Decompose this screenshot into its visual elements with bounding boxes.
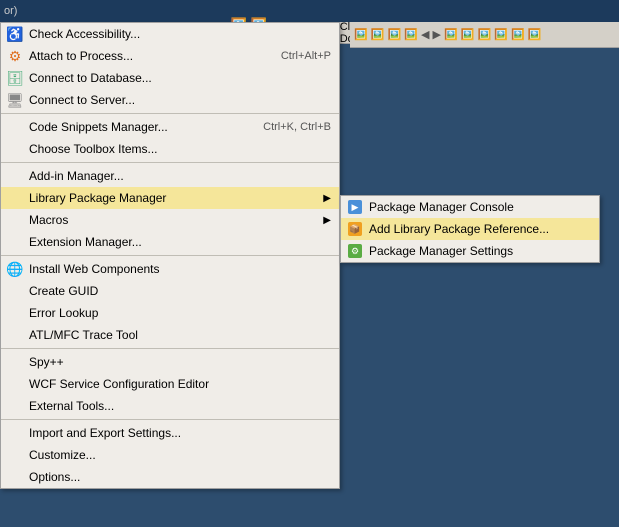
menu-attach-process[interactable]: ⚙ Attach to Process... Ctrl+Alt+P bbox=[1, 45, 339, 67]
menu-error-lookup[interactable]: Error Lookup bbox=[1, 302, 339, 324]
menu-connect-server[interactable]: 🖥 Connect to Server... bbox=[1, 89, 339, 111]
pkg-settings-icon: ⚙ bbox=[345, 241, 365, 261]
divider-3 bbox=[1, 255, 339, 256]
menu-check-accessibility[interactable]: ♿ Check Accessibility... bbox=[1, 23, 339, 45]
right-toolbar: 🖼️ 🖼️ 🖼️ 🖼️ ◀ ▶ 🖼️ 🖼️ 🖼️ 🖼️ 🖼️ 🖼️ bbox=[350, 22, 619, 48]
server-icon: 🖥 bbox=[5, 90, 25, 110]
menu-wcf-config[interactable]: WCF Service Configuration Editor bbox=[1, 373, 339, 395]
submenu-add-library-pkg[interactable]: 📦 Add Library Package Reference... bbox=[341, 218, 599, 240]
menu-create-guid[interactable]: Create GUID bbox=[1, 280, 339, 302]
menu-spy[interactable]: Spy++ bbox=[1, 351, 339, 373]
ide-content-area: 🖼️ 🖼️ 🖼️ 🖼️ ◀ ▶ 🖼️ 🖼️ 🖼️ 🖼️ 🖼️ 🖼️ bbox=[350, 22, 619, 527]
attach-icon: ⚙ bbox=[5, 46, 25, 66]
menu-external-tools[interactable]: External Tools... bbox=[1, 395, 339, 417]
menu-macros[interactable]: Macros ▶ bbox=[1, 209, 339, 231]
menu-choose-toolbox[interactable]: Choose Toolbox Items... bbox=[1, 138, 339, 160]
divider-5 bbox=[1, 419, 339, 420]
divider-1 bbox=[1, 113, 339, 114]
menu-connect-database[interactable]: 🗄 Connect to Database... bbox=[1, 67, 339, 89]
menu-addin-manager[interactable]: Add-in Manager... bbox=[1, 165, 339, 187]
menu-extension-manager[interactable]: Extension Manager... bbox=[1, 231, 339, 253]
menu-atl-trace[interactable]: ATL/MFC Trace Tool bbox=[1, 324, 339, 346]
database-icon: 🗄 bbox=[5, 68, 25, 88]
submenu-pkg-console[interactable]: ▶ Package Manager Console bbox=[341, 196, 599, 218]
menu-code-snippets[interactable]: Code Snippets Manager... Ctrl+K, Ctrl+B bbox=[1, 116, 339, 138]
right-toolbar-icons: 🖼️ 🖼️ 🖼️ 🖼️ ◀ ▶ 🖼️ 🖼️ 🖼️ 🖼️ 🖼️ 🖼️ bbox=[354, 28, 542, 41]
macros-submenu-arrow: ▶ bbox=[323, 215, 331, 226]
submenu-arrow: ▶ bbox=[323, 193, 331, 204]
divider-4 bbox=[1, 348, 339, 349]
accessibility-icon: ♿ bbox=[5, 24, 25, 44]
menu-install-web[interactable]: 🌐 Install Web Components bbox=[1, 258, 339, 280]
install-icon: 🌐 bbox=[5, 259, 25, 279]
title-text: or) bbox=[4, 5, 17, 17]
tools-dropdown: ♿ Check Accessibility... ⚙ Attach to Pro… bbox=[0, 22, 340, 489]
pkg-console-icon: ▶ bbox=[345, 197, 365, 217]
submenu-pkg-settings[interactable]: ⚙ Package Manager Settings bbox=[341, 240, 599, 262]
menu-import-export[interactable]: Import and Export Settings... bbox=[1, 422, 339, 444]
menu-options[interactable]: Options... bbox=[1, 466, 339, 488]
add-pkg-icon: 📦 bbox=[345, 219, 365, 239]
menu-library-pkg-manager[interactable]: Library Package Manager ▶ bbox=[1, 187, 339, 209]
divider-2 bbox=[1, 162, 339, 163]
menu-customize[interactable]: Customize... bbox=[1, 444, 339, 466]
library-submenu: ▶ Package Manager Console 📦 Add Library … bbox=[340, 195, 600, 263]
